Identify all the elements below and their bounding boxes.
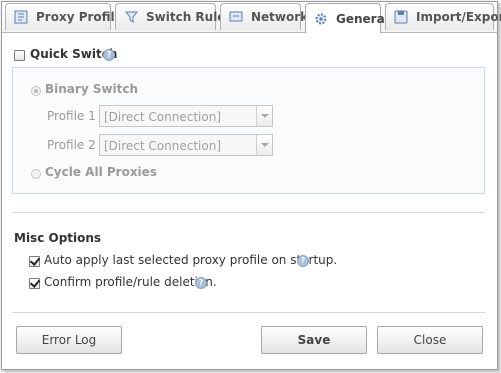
disk-icon: [394, 10, 410, 24]
profile2-label: Profile 2: [47, 138, 96, 152]
profile1-select[interactable]: [Direct Connection]: [99, 105, 273, 127]
profile1-label: Profile 1: [47, 109, 96, 123]
error-log-label: Error Log: [41, 333, 97, 347]
cycle-all-proxies-radio[interactable]: [31, 169, 41, 179]
options-window: Proxy Profiles Switch Rules Network Gene…: [1, 1, 501, 370]
footer-divider: [12, 312, 485, 313]
quick-switch-help-icon[interactable]: ?: [103, 49, 115, 61]
chevron-down-icon: [256, 135, 272, 155]
tab-switch-rules[interactable]: Switch Rules: [115, 3, 233, 30]
profile2-value: [Direct Connection]: [104, 139, 222, 153]
tab-import-export[interactable]: Import/Export: [385, 3, 501, 30]
binary-switch-label: Binary Switch: [45, 82, 139, 96]
profile1-value: [Direct Connection]: [104, 110, 222, 124]
network-icon: [229, 10, 245, 24]
save-button[interactable]: Save: [261, 326, 367, 354]
filter-icon: [124, 10, 140, 24]
quick-switch-checkbox[interactable]: [14, 50, 25, 61]
error-log-button[interactable]: Error Log: [16, 326, 122, 354]
profile2-select[interactable]: [Direct Connection]: [99, 134, 273, 156]
auto-apply-checkbox[interactable]: [29, 256, 40, 267]
cycle-all-proxies-label: Cycle All Proxies: [45, 165, 157, 179]
quick-switch-group: Binary Switch Profile 1 [Direct Connecti…: [12, 67, 485, 194]
profiles-icon: [14, 10, 30, 24]
tab-general[interactable]: General: [305, 3, 389, 33]
tab-proxy-profiles[interactable]: Proxy Profiles: [5, 3, 130, 30]
tab-label: Import/Export: [416, 10, 501, 24]
auto-apply-help-icon[interactable]: ?: [297, 255, 309, 267]
misc-options-title: Misc Options: [14, 231, 102, 245]
chevron-down-icon: [256, 106, 272, 126]
tab-label: Network: [251, 10, 309, 24]
gear-icon: [314, 12, 330, 26]
auto-apply-label: Auto apply last selected proxy profile o…: [44, 253, 338, 267]
confirm-deletion-checkbox[interactable]: [29, 278, 40, 289]
section-divider: [12, 212, 485, 213]
tab-label: General: [336, 11, 389, 26]
tab-network[interactable]: Network: [220, 3, 308, 30]
close-button[interactable]: Close: [377, 326, 483, 354]
close-label: Close: [413, 333, 447, 347]
save-label: Save: [297, 333, 331, 347]
confirm-deletion-help-icon[interactable]: ?: [195, 277, 207, 289]
tab-bar: Proxy Profiles Switch Rules Network Gene…: [2, 2, 501, 33]
confirm-deletion-label: Confirm profile/rule deletion.: [44, 275, 217, 289]
binary-switch-radio[interactable]: [31, 86, 41, 96]
